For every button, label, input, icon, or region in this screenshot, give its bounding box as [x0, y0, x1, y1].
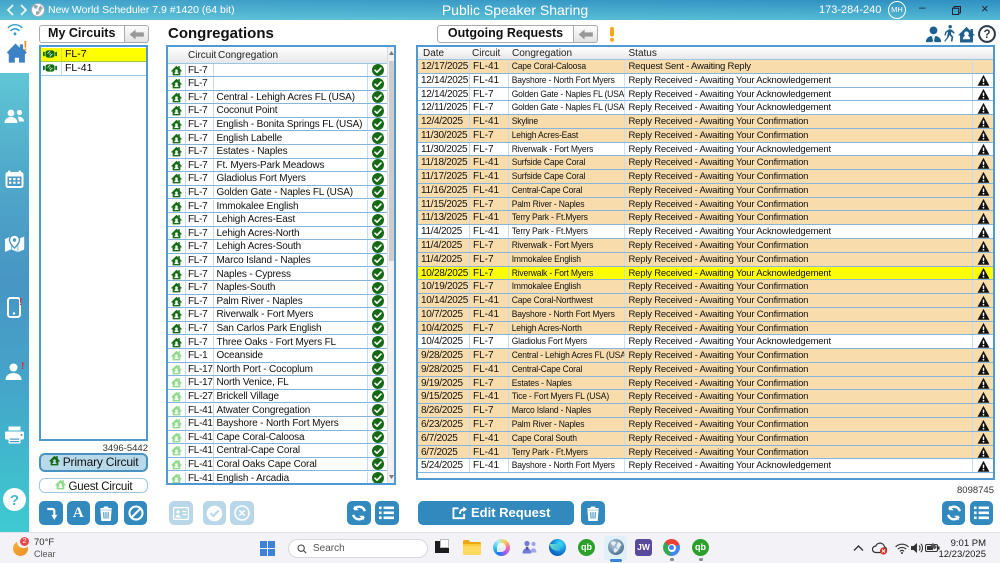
svg-text:!: ! — [19, 297, 22, 308]
svg-text:!: ! — [23, 41, 27, 54]
svg-text:?: ? — [10, 492, 19, 509]
svg-text:?: ? — [983, 29, 990, 41]
svg-text:!: ! — [21, 362, 24, 372]
